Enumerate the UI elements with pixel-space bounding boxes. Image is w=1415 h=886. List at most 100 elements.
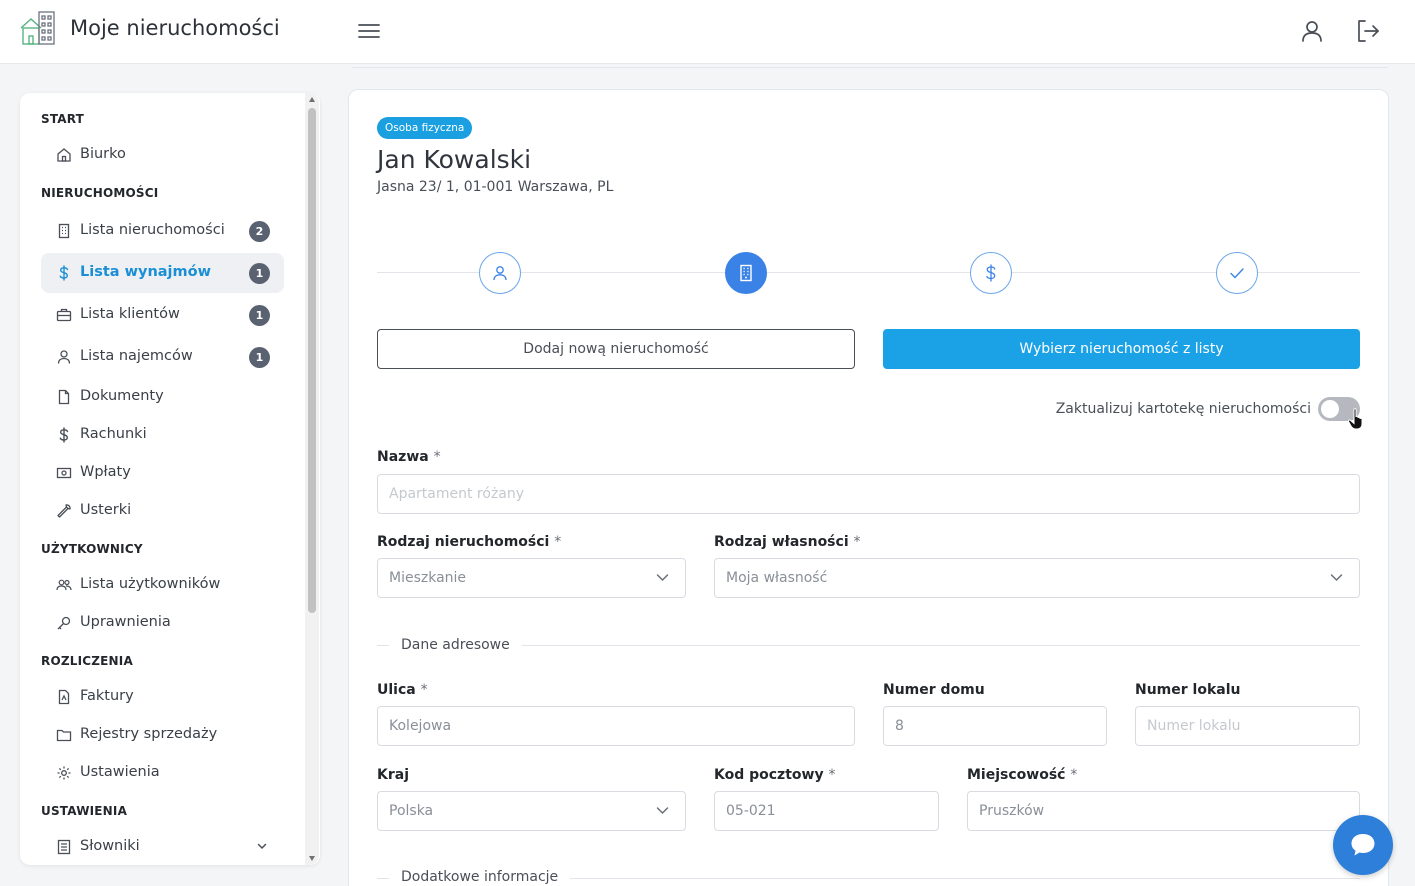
sidebar-item-label: Wpłaty xyxy=(80,464,131,480)
chevron-down-icon xyxy=(656,574,669,582)
sidebar-item-rejestry-sprzedazy[interactable]: Rejestry sprzedaży xyxy=(41,715,284,755)
step-payment[interactable] xyxy=(970,252,1012,294)
dollar-icon xyxy=(59,265,69,281)
sidebar-item-label: Lista klientów xyxy=(80,306,180,322)
scroll-thumb[interactable] xyxy=(308,108,316,613)
document-icon xyxy=(58,389,70,405)
stepper-line xyxy=(377,272,1360,273)
step-client[interactable] xyxy=(479,252,521,294)
sidebar-section-start: START xyxy=(41,112,85,126)
sidebar-section-rozliczenia: ROZLICZENIA xyxy=(41,654,133,668)
street-input[interactable]: Kolejowa xyxy=(377,706,855,746)
name-label: Nazwa * xyxy=(377,449,441,465)
scroll-up-icon[interactable] xyxy=(309,97,315,102)
logout-icon[interactable] xyxy=(1355,18,1381,44)
choose-from-list-button[interactable]: Wybierz nieruchomość z listy xyxy=(883,329,1360,369)
sidebar-item-lista-klientow[interactable]: Lista klientów 1 xyxy=(41,295,284,335)
sidebar-item-lista-najemcow[interactable]: Lista najemców 1 xyxy=(41,337,284,377)
count-badge: 2 xyxy=(249,221,270,242)
step-summary[interactable] xyxy=(1216,252,1258,294)
country-select[interactable]: Polska xyxy=(377,791,686,831)
apartment-number-input[interactable]: Numer lokalu xyxy=(1135,706,1360,746)
gear-icon xyxy=(57,766,71,780)
house-number-label: Numer domu xyxy=(883,682,985,698)
sidebar-item-label: Lista wynajmów xyxy=(80,264,211,280)
sidebar-item-label: Biurko xyxy=(80,146,126,162)
sidebar-item-lista-nieruchomosci[interactable]: Lista nieruchomości 2 xyxy=(41,211,284,251)
address-section-title: Dane adresowe xyxy=(389,637,522,653)
book-icon xyxy=(57,839,71,855)
count-badge: 1 xyxy=(249,347,270,368)
sidebar-item-label: Usterki xyxy=(80,502,132,518)
folder-icon xyxy=(56,729,72,742)
sidebar-item-label: Ustawienia xyxy=(80,764,160,780)
home-icon xyxy=(57,148,71,162)
briefcase-icon xyxy=(56,308,72,322)
app-title: Moje nieruchomości xyxy=(70,16,280,40)
building-icon xyxy=(740,264,752,282)
menu-icon[interactable] xyxy=(356,19,382,43)
sidebar-item-label: Rachunki xyxy=(80,426,147,442)
chat-icon xyxy=(1351,834,1375,856)
sidebar-item-label: Lista użytkowników xyxy=(80,576,221,592)
wrench-icon xyxy=(57,504,71,518)
sidebar-item-ustawienia[interactable]: Ustawienia xyxy=(41,753,284,793)
sidebar-item-dokumenty[interactable]: Dokumenty xyxy=(41,377,284,417)
invoice-icon xyxy=(58,689,70,705)
top-bar: Moje nieruchomości xyxy=(0,0,1415,64)
chat-button[interactable] xyxy=(1333,815,1393,875)
sidebar-scrollbar[interactable] xyxy=(305,93,319,865)
user-icon xyxy=(57,350,71,364)
count-badge: 1 xyxy=(249,305,270,326)
toggle-knob xyxy=(1321,400,1339,418)
building-logo-icon[interactable] xyxy=(19,10,56,46)
sidebar-item-lista-uzytkownikow[interactable]: Lista użytkowników xyxy=(41,565,284,605)
name-input[interactable]: Apartament różany xyxy=(377,474,1360,514)
scroll-down-icon[interactable] xyxy=(309,856,315,861)
street-label: Ulica * xyxy=(377,682,428,698)
ownership-type-label: Rodzaj własności * xyxy=(714,534,861,550)
postal-code-input[interactable]: 05-021 xyxy=(714,791,939,831)
sidebar-item-biurko[interactable]: Biurko xyxy=(41,135,284,175)
chevron-down-icon xyxy=(1330,574,1343,582)
sidebar-item-faktury[interactable]: Faktury xyxy=(41,677,284,717)
hand-cursor-icon xyxy=(1347,408,1363,430)
property-type-select[interactable]: Mieszkanie xyxy=(377,558,686,598)
extra-section-title: Dodatkowe informacje xyxy=(389,869,571,885)
user-icon xyxy=(493,266,507,281)
sidebar-item-label: Dokumenty xyxy=(80,388,164,404)
chevron-down-icon[interactable] xyxy=(256,840,268,852)
sidebar-section-nieruchomosci: NIERUCHOMOŚCI xyxy=(41,186,159,200)
sidebar-item-slowniki[interactable]: Słowniki xyxy=(41,827,284,865)
dollar-icon xyxy=(986,264,996,282)
city-label: Miejscowość * xyxy=(967,767,1078,783)
sidebar-item-usterki[interactable]: Usterki xyxy=(41,491,284,531)
sidebar-item-uprawnienia[interactable]: Uprawnienia xyxy=(41,603,284,643)
sidebar-item-wplaty[interactable]: Wpłaty xyxy=(41,453,284,493)
sidebar-item-rachunki[interactable]: Rachunki xyxy=(41,415,284,455)
sidebar-item-label: Lista nieruchomości xyxy=(80,222,225,238)
apartment-number-label: Numer lokalu xyxy=(1135,682,1241,698)
content-top-edge xyxy=(352,64,1388,68)
key-icon xyxy=(57,616,71,630)
country-label: Kraj xyxy=(377,767,409,783)
users-icon xyxy=(56,579,72,591)
client-name: Jan Kowalski xyxy=(377,145,532,174)
sidebar-item-label: Rejestry sprzedaży xyxy=(80,726,218,742)
client-address: Jasna 23/ 1, 01-001 Warszawa, PL xyxy=(377,179,614,195)
step-property[interactable] xyxy=(725,252,767,294)
count-badge: 1 xyxy=(249,263,270,284)
user-icon[interactable] xyxy=(1299,18,1325,44)
client-type-badge: Osoba fizyczna xyxy=(377,117,473,139)
add-new-property-button[interactable]: Dodaj nową nieruchomość xyxy=(377,329,855,369)
city-input[interactable]: Pruszków xyxy=(967,791,1360,831)
house-number-input[interactable]: 8 xyxy=(883,706,1107,746)
sidebar-item-lista-wynajmow[interactable]: Lista wynajmów 1 xyxy=(41,253,284,293)
building-icon xyxy=(58,223,70,239)
sidebar-section-uzytkownicy: UŻYTKOWNICY xyxy=(41,542,143,556)
postal-code-label: Kod pocztowy * xyxy=(714,767,836,783)
dollar-icon xyxy=(59,427,69,443)
ownership-type-select[interactable]: Moja własność xyxy=(714,558,1360,598)
sidebar-section-ustawienia: USTAWIENIA xyxy=(41,804,128,818)
sidebar-item-label: Faktury xyxy=(80,688,134,704)
